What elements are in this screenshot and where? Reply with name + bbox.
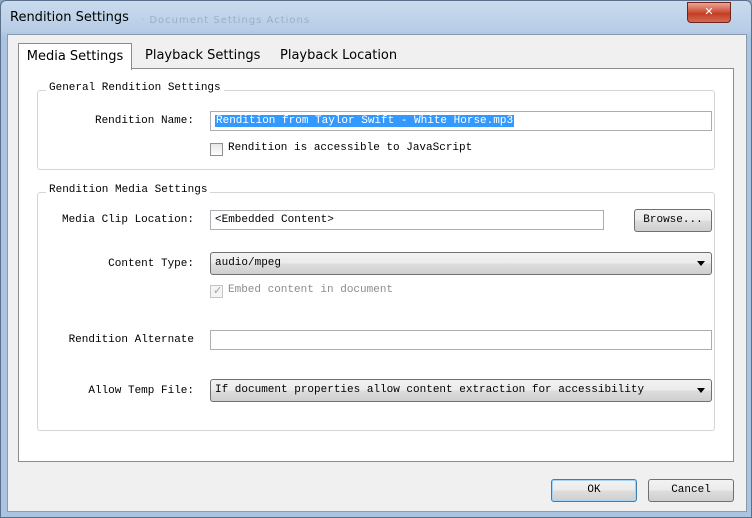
content-type-value: audio/mpeg <box>215 257 282 269</box>
rendition-name-label: Rendition Name: <box>94 115 194 127</box>
media-clip-location-label: Media Clip Location: <box>61 214 194 226</box>
tab-panel-media-settings: General Rendition Settings Rendition Nam… <box>18 68 734 462</box>
background-ghost-text: · Document Settings Actions <box>141 15 311 26</box>
rendition-alternate-label: Rendition Alternate <box>68 334 194 346</box>
rendition-name-input[interactable]: Rendition from Taylor Swift - White Hors… <box>210 111 712 131</box>
checkmark-icon: ✓ <box>213 284 223 297</box>
chevron-down-icon <box>697 261 705 266</box>
allow-temp-file-label: Allow Temp File: <box>88 385 194 397</box>
window-title: Rendition Settings <box>10 10 129 25</box>
dialog-client-area: Media Settings Playback Settings Playbac… <box>7 34 747 512</box>
close-icon: ✕ <box>704 5 714 18</box>
ok-button[interactable]: OK <box>551 479 637 502</box>
browse-button[interactable]: Browse... <box>634 209 712 232</box>
embed-content-label[interactable]: Embed content in document <box>228 284 393 296</box>
rendition-alternate-input[interactable] <box>210 330 712 350</box>
allow-temp-file-select[interactable]: If document properties allow content ext… <box>210 379 712 402</box>
embed-content-checkbox[interactable]: ✓ <box>210 284 223 298</box>
dialog-window: Rendition Settings · Document Settings A… <box>0 0 752 518</box>
cancel-button[interactable]: Cancel <box>648 479 734 502</box>
title-bar[interactable]: Rendition Settings · Document Settings A… <box>1 1 751 35</box>
chevron-down-icon <box>697 388 705 393</box>
general-rendition-settings-group: General Rendition Settings Rendition Nam… <box>37 82 715 170</box>
tab-playback-location[interactable]: Playback Location <box>280 45 397 67</box>
group-legend-general: General Rendition Settings <box>46 82 224 94</box>
rendition-name-value: Rendition from Taylor Swift - White Hors… <box>215 115 515 127</box>
tab-playback-settings[interactable]: Playback Settings <box>145 45 260 67</box>
media-clip-location-input[interactable]: <Embedded Content> <box>210 210 604 230</box>
allow-temp-file-value: If document properties allow content ext… <box>215 384 645 396</box>
group-legend-media: Rendition Media Settings <box>46 184 211 196</box>
content-type-select[interactable]: audio/mpeg <box>210 252 712 275</box>
rendition-media-settings-group: Rendition Media Settings Media Clip Loca… <box>37 184 715 431</box>
close-button[interactable]: ✕ <box>687 2 731 23</box>
tab-media-settings[interactable]: Media Settings <box>18 43 132 70</box>
accessible-js-label[interactable]: Rendition is accessible to JavaScript <box>228 142 472 154</box>
accessible-js-checkbox[interactable] <box>210 143 223 156</box>
content-type-label: Content Type: <box>108 258 194 270</box>
